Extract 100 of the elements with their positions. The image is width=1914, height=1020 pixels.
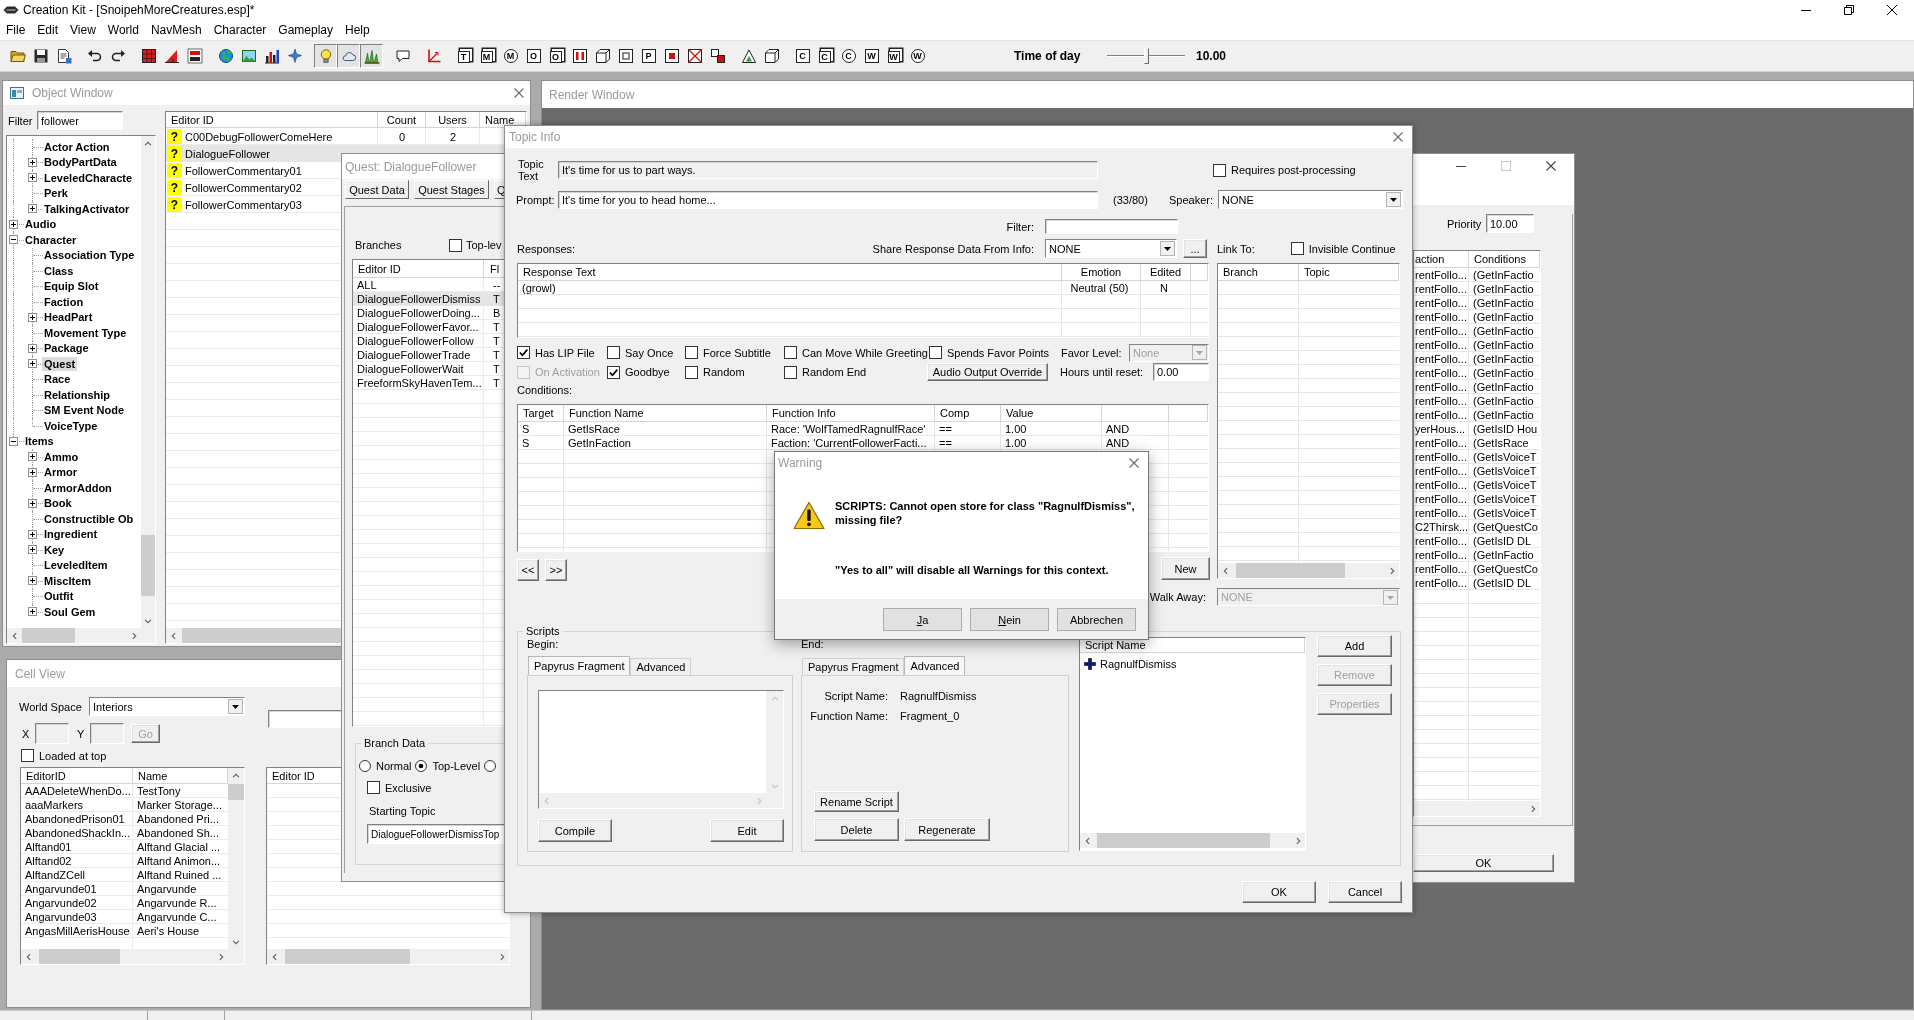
table-cell-text: Angarvunde C...	[136, 911, 218, 923]
table-cell-text: Marker Storage...	[136, 799, 223, 811]
question-mark-icon: ?	[167, 129, 182, 144]
field-label: Priority	[1447, 217, 1483, 230]
checkbox-label: Has LIP File	[535, 346, 595, 359]
table-cell-text: (GetQuestCo	[1472, 520, 1539, 534]
table-cell-text: S	[521, 422, 531, 436]
table-cell-text: (GetInFactio	[1472, 408, 1535, 422]
table-cell: FollowerCommentary01	[185, 164, 302, 177]
table-cell-text: (growl)	[521, 281, 557, 295]
table-cell-text: (GetIsVoiceT	[1472, 492, 1538, 506]
warning-message: SCRIPTS: Cannot open store for class "RagnulfDismiss", missing file?	[835, 499, 1136, 527]
window-title: Cell View	[15, 666, 65, 681]
table-cell-text: T	[492, 377, 501, 389]
section-label: Responses:	[517, 242, 576, 255]
table-cell-text: (GetIsID Hou	[1472, 422, 1539, 436]
table-cell-text: rentFollo...	[1414, 450, 1468, 464]
checkbox-label: Force Subtitle	[703, 346, 771, 359]
table-cell-text: Alftand Animon...	[136, 855, 222, 867]
window-title: Render Window	[549, 87, 635, 102]
table-cell-text: Race: 'WolfTamedRagnulfRace'	[770, 422, 927, 436]
table-cell-text: rentFollo...	[1414, 436, 1468, 450]
table-cell-text: aaaMarkers	[24, 799, 85, 811]
table-cell-text: GetInFaction	[567, 436, 632, 450]
checkbox-label: Loaded at top	[39, 749, 107, 762]
table-cell-text: AngasMillAerisHouse	[24, 925, 131, 937]
time-of-day-value: 10.00	[1196, 49, 1227, 63]
table-cell-text: T	[492, 349, 501, 361]
field-label: Speaker:	[1169, 193, 1215, 206]
field-label: Function Name:	[809, 710, 888, 722]
window-title: Warning	[778, 455, 823, 470]
field-label: Filter:	[1005, 220, 1034, 233]
section-label: Branches	[355, 239, 403, 251]
table-cell-text: N	[1159, 281, 1169, 295]
table-cell-text: --	[492, 279, 502, 291]
table-cell-text: (GetInFactio	[1472, 352, 1535, 366]
table-cell-text: (GetIsVoiceT	[1472, 506, 1538, 520]
table-cell-text: Abandoned Sh...	[136, 827, 220, 839]
checkbox-label: Random End	[802, 366, 867, 378]
checkbox-label: Exclusive	[385, 781, 432, 794]
table-cell-text: (GetIsRace	[1472, 436, 1530, 450]
filter-label: Filter	[8, 114, 34, 127]
table-cell-text: ==	[938, 422, 953, 436]
field-label: Prompt:	[516, 193, 556, 206]
table-cell-text: T	[492, 335, 501, 347]
table-cell-text: Angarvunde R...	[136, 897, 218, 909]
table-cell: DialogueFollower	[185, 147, 270, 160]
table-cell-text: T	[492, 293, 501, 305]
table-cell-text: (GetInFactio	[1472, 380, 1535, 394]
table-cell-text: 1.00	[1004, 436, 1028, 450]
radio-label: Normal	[376, 760, 412, 772]
table-cell-text: (GetInFactio	[1472, 394, 1535, 408]
question-mark-icon: ?	[167, 197, 182, 212]
table-cell-text: yerHous...	[1414, 422, 1467, 436]
table-cell-text: S	[521, 436, 531, 450]
field-label: Y	[77, 727, 86, 740]
field-label: Link To:	[1217, 242, 1255, 255]
table-cell-text: (GetIsVoiceT	[1472, 450, 1538, 464]
table-cell-text: T	[492, 363, 501, 375]
window-title: Quest: DialogueFollower	[345, 159, 477, 174]
table-cell-text: (GetIsVoiceT	[1472, 478, 1538, 492]
checkbox-label: On Activation	[535, 366, 600, 378]
table-cell-text: (GetInFactio	[1472, 268, 1535, 282]
table-cell-text: Angarvunde03	[24, 911, 98, 923]
field-value: RagnulfDismiss	[900, 690, 977, 702]
table-cell-text: (GetInFactio	[1472, 366, 1535, 380]
table-cell-text: DialogueFollowerTrade	[356, 349, 472, 361]
table-cell-text: (GetInFactio	[1472, 282, 1535, 296]
checkbox-label: Say Once	[625, 346, 674, 359]
table-cell-text: AND	[1105, 422, 1131, 436]
checkbox-label: Spends Favor Points	[947, 346, 1050, 359]
character-count: (33/80)	[1113, 193, 1149, 206]
section-label: Conditions:	[517, 383, 574, 398]
field-label: Walk Away:	[1148, 591, 1207, 603]
checkbox-label: Random	[703, 366, 745, 378]
table-cell-text: rentFollo...	[1414, 576, 1468, 590]
table-cell-text: (GetQuestCo	[1472, 562, 1539, 576]
table-cell-text: (GetIsVoiceT	[1472, 464, 1538, 478]
table-cell-text: AbandonedPrison01	[24, 813, 126, 825]
table-cell-text: DialogueFollowerDismiss	[356, 293, 482, 305]
checkbox-label: Can Move While Greeting	[802, 346, 928, 359]
table-cell: C2Thirsk...	[1414, 520, 1469, 534]
table-cell-text: FreeformSkyHavenTem...	[356, 377, 483, 389]
field-label: Starting Topic	[368, 805, 437, 817]
table-cell: C00DebugFollowerComeHere	[185, 130, 333, 143]
table-cell-text: rentFollo...	[1414, 562, 1468, 576]
warning-note: "Yes to all" will disable all Warnings for this context.	[835, 564, 1110, 576]
table-cell-text: DialogueFollowerDoing...	[356, 307, 481, 319]
table-cell: FollowerCommentary02	[185, 181, 302, 194]
table-cell-text: rentFollo...	[1414, 394, 1468, 408]
table-cell-text: rentFollo...	[1414, 338, 1468, 352]
question-mark-icon: ?	[167, 180, 182, 195]
field-value: Fragment_0	[900, 710, 960, 722]
table-cell-text: rentFollo...	[1414, 506, 1468, 520]
table-cell-text: (GetIsID DL	[1472, 576, 1533, 590]
table-cell-text: rentFollo...	[1414, 464, 1468, 478]
table-cell-text: ALL	[356, 279, 378, 291]
table-cell-text: rentFollo...	[1414, 268, 1468, 282]
checkbox-label: Invisible Continue	[1308, 242, 1396, 255]
table-cell-text: AND	[1105, 436, 1131, 450]
